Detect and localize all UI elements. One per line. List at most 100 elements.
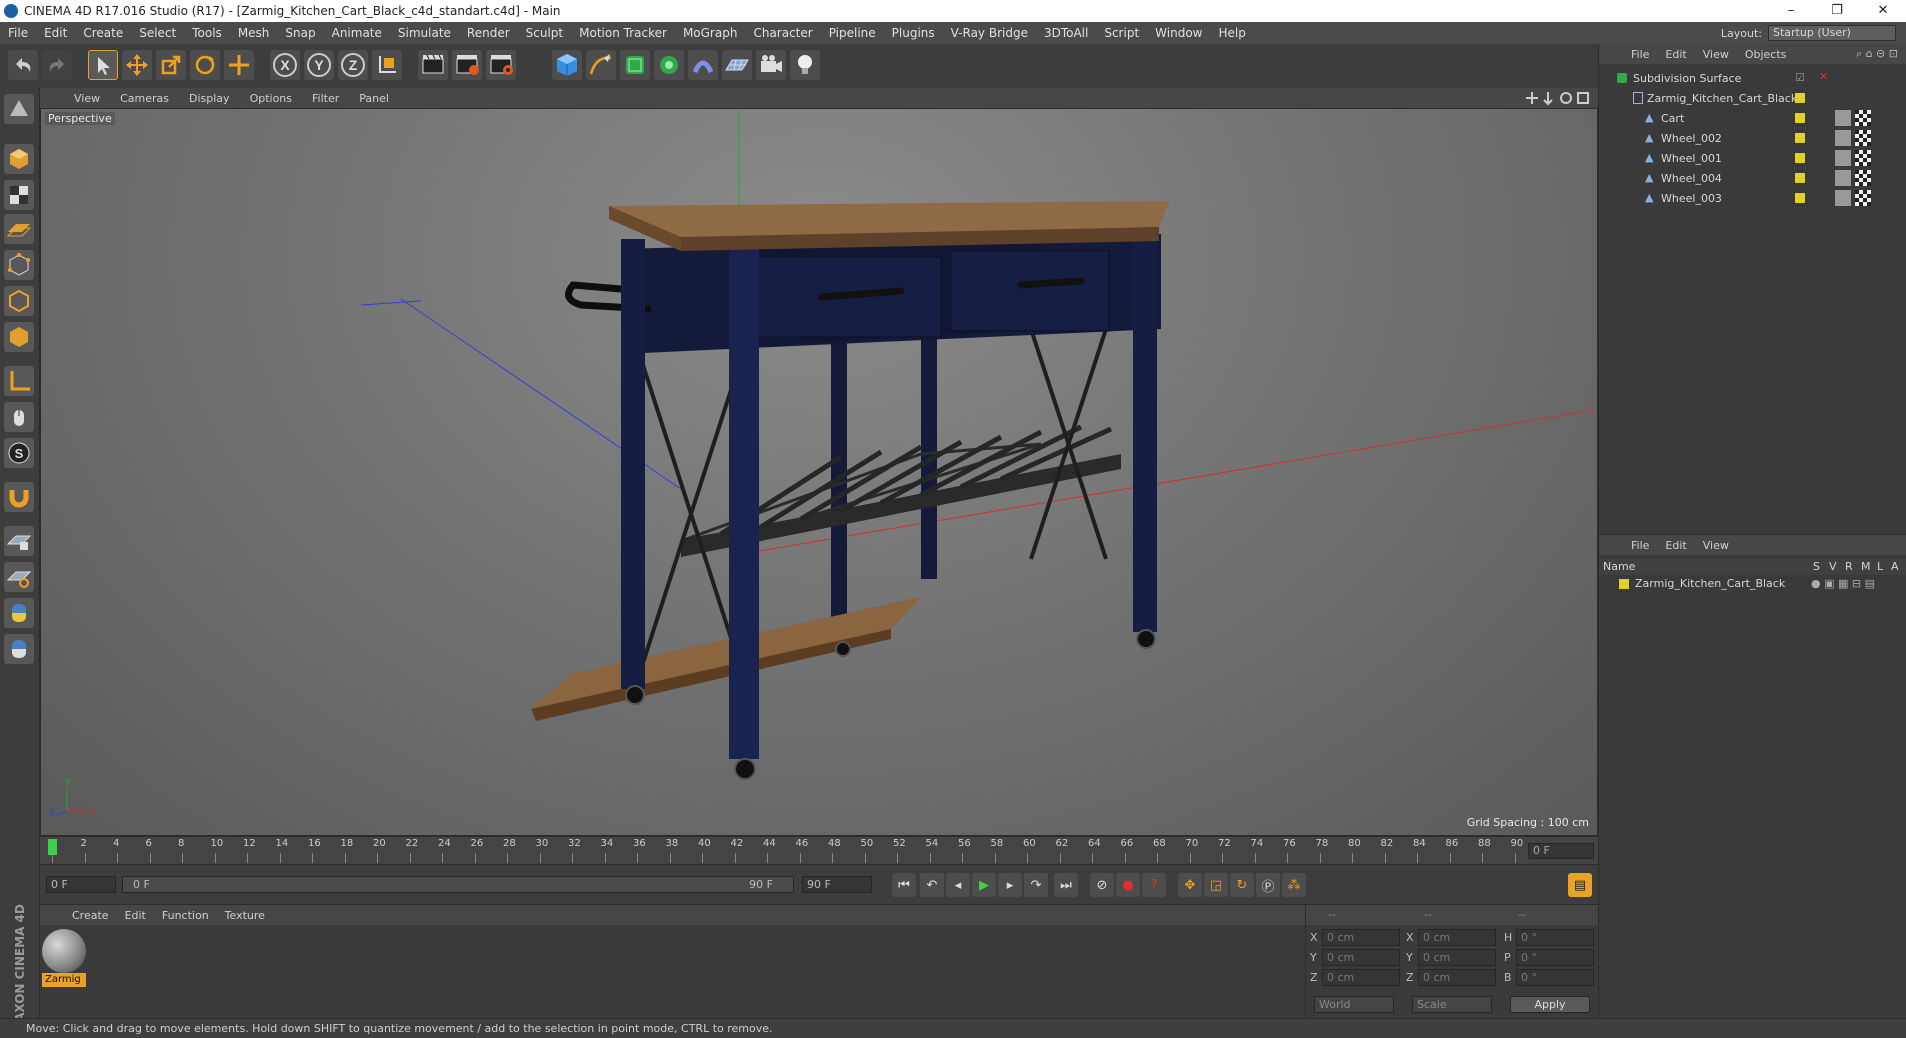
- auto-keyframe-icon[interactable]: ?: [1142, 873, 1166, 897]
- light-bulb-icon[interactable]: [790, 50, 820, 80]
- menu-edit[interactable]: Edit: [36, 26, 75, 40]
- scale-tool-icon[interactable]: [156, 50, 186, 80]
- menu-script[interactable]: Script: [1096, 26, 1147, 40]
- go-to-end-icon[interactable]: ⏭: [1054, 873, 1078, 897]
- python-console-icon[interactable]: [4, 634, 34, 664]
- layers-menu-edit[interactable]: Edit: [1657, 539, 1694, 552]
- viewport-menu-filter[interactable]: Filter: [302, 92, 349, 105]
- uvw-tag-icon[interactable]: [1855, 150, 1871, 166]
- key-parameter-icon[interactable]: Ⓟ: [1256, 873, 1280, 897]
- cloner-icon[interactable]: [654, 50, 684, 80]
- enabled-x-icon[interactable]: ✕: [1819, 70, 1828, 83]
- record-keyframe-icon[interactable]: ●: [1116, 873, 1140, 897]
- current-frame-field[interactable]: 0 F: [1528, 843, 1594, 859]
- menu-simulate[interactable]: Simulate: [390, 26, 459, 40]
- coordinate-system-icon[interactable]: [372, 50, 402, 80]
- deformer-icon[interactable]: [688, 50, 718, 80]
- floor-icon[interactable]: [722, 50, 752, 80]
- subdivision-surface-icon[interactable]: [620, 50, 650, 80]
- layer-row[interactable]: Zarmig_Kitchen_Cart_Black ● ▣ ▦ ⊟ ▤: [1599, 575, 1906, 593]
- select-arrow-icon[interactable]: [88, 50, 118, 80]
- move-tool-icon[interactable]: [122, 50, 152, 80]
- viewport-menu-view[interactable]: View: [64, 92, 110, 105]
- object-manager-tools-icons[interactable]: ⌕ ⌂ ⊝ ⊡: [1856, 47, 1898, 61]
- objects-menu-objects[interactable]: Objects: [1737, 48, 1795, 61]
- uvw-tag-icon[interactable]: [1855, 190, 1871, 206]
- z-axis-lock-icon[interactable]: Z: [338, 50, 368, 80]
- key-rotation-icon[interactable]: ↻: [1230, 873, 1254, 897]
- coord-value-field[interactable]: 0 °: [1516, 949, 1594, 966]
- minimize-button[interactable]: –: [1768, 0, 1814, 22]
- redo-icon[interactable]: [42, 50, 72, 80]
- objects-menu-edit[interactable]: Edit: [1657, 48, 1694, 61]
- cube-primitive-icon[interactable]: [552, 50, 582, 80]
- workplane-mode-icon[interactable]: [4, 214, 34, 244]
- coord-value-field[interactable]: 0 °: [1516, 969, 1594, 986]
- restore-button[interactable]: ❐: [1814, 0, 1860, 22]
- object-row-cart[interactable]: ▲ Cart: [1599, 108, 1899, 128]
- object-row-subdivision-surface[interactable]: Subdivision Surface ☑ ✕: [1599, 68, 1899, 88]
- coord-value-field[interactable]: 0 °: [1516, 929, 1594, 946]
- points-mode-icon[interactable]: [4, 250, 34, 280]
- menu-3dtoall[interactable]: 3DToAll: [1036, 26, 1096, 40]
- 3d-viewport[interactable]: Perspective Y X Z Grid Spacing: 100 cm: [40, 108, 1598, 836]
- polygons-mode-icon[interactable]: [4, 322, 34, 352]
- object-row-wheel-001[interactable]: ▲ Wheel_001: [1599, 148, 1899, 168]
- render-view-icon[interactable]: [418, 50, 448, 80]
- visibility-check-icon[interactable]: ☑: [1795, 71, 1805, 84]
- menu-pipeline[interactable]: Pipeline: [821, 26, 884, 40]
- spline-pen-icon[interactable]: [586, 50, 616, 80]
- make-editable-icon[interactable]: [4, 94, 34, 124]
- key-pla-icon[interactable]: ⁂: [1282, 873, 1306, 897]
- menu-sculpt[interactable]: Sculpt: [518, 26, 571, 40]
- material-menu-create[interactable]: Create: [64, 909, 117, 922]
- objects-menu-file[interactable]: File: [1623, 48, 1657, 61]
- uvw-tag-icon[interactable]: [1855, 110, 1871, 126]
- live-selection-icon[interactable]: [224, 50, 254, 80]
- model-mode-icon[interactable]: [4, 144, 34, 174]
- coord-value-field[interactable]: 0 cm: [1322, 929, 1400, 946]
- frame-range-slider[interactable]: 0 F 90 F: [122, 876, 794, 893]
- next-keyframe-icon[interactable]: ↷: [1024, 873, 1048, 897]
- step-back-icon[interactable]: ◂: [946, 873, 970, 897]
- rotate-tool-icon[interactable]: [190, 50, 220, 80]
- tweak-mode-icon[interactable]: [4, 402, 34, 432]
- texture-mode-icon[interactable]: [4, 180, 34, 210]
- edit-render-settings-icon[interactable]: [486, 50, 516, 80]
- object-row-wheel-004[interactable]: ▲ Wheel_004: [1599, 168, 1899, 188]
- coord-value-field[interactable]: 0 cm: [1322, 969, 1400, 986]
- material-swatch[interactable]: Zarmig: [42, 929, 86, 987]
- step-forward-icon[interactable]: ▸: [998, 873, 1022, 897]
- texture-tag-icon[interactable]: [1835, 110, 1851, 126]
- texture-tag-icon[interactable]: [1835, 150, 1851, 166]
- object-row-wheel-003[interactable]: ▲ Wheel_003: [1599, 188, 1899, 208]
- objects-menu-view[interactable]: View: [1695, 48, 1737, 61]
- menu-window[interactable]: Window: [1147, 26, 1210, 40]
- workplane-rotate-icon[interactable]: [4, 562, 34, 592]
- layers-menu-view[interactable]: View: [1695, 539, 1737, 552]
- layer-color-swatch[interactable]: [1619, 579, 1629, 589]
- y-axis-lock-icon[interactable]: Y: [304, 50, 334, 80]
- coord-value-field[interactable]: 0 cm: [1418, 969, 1496, 986]
- render-to-picture-viewer-icon[interactable]: [452, 50, 482, 80]
- snapping-icon[interactable]: S: [4, 438, 34, 468]
- menu-file[interactable]: File: [0, 26, 36, 40]
- menu-mograph[interactable]: MoGraph: [675, 26, 746, 40]
- start-frame-field[interactable]: 0 F: [46, 876, 116, 893]
- coord-value-field[interactable]: 0 cm: [1418, 949, 1496, 966]
- material-menu-edit[interactable]: Edit: [117, 909, 154, 922]
- size-mode-select[interactable]: Scale: [1412, 996, 1492, 1013]
- coord-value-field[interactable]: 0 cm: [1418, 929, 1496, 946]
- viewport-menu-cameras[interactable]: Cameras: [110, 92, 179, 105]
- texture-tag-icon[interactable]: [1835, 190, 1851, 206]
- menu-vray-bridge[interactable]: V-Ray Bridge: [943, 26, 1036, 40]
- layers-menu-file[interactable]: File: [1623, 539, 1657, 552]
- menu-snap[interactable]: Snap: [277, 26, 323, 40]
- x-axis-lock-icon[interactable]: X: [270, 50, 300, 80]
- texture-tag-icon[interactable]: [1835, 130, 1851, 146]
- lock-workplane-icon[interactable]: [4, 526, 34, 556]
- key-position-icon[interactable]: ✥: [1178, 873, 1202, 897]
- menu-character[interactable]: Character: [745, 26, 820, 40]
- viewport-menu-display[interactable]: Display: [179, 92, 240, 105]
- material-menu-texture[interactable]: Texture: [217, 909, 273, 922]
